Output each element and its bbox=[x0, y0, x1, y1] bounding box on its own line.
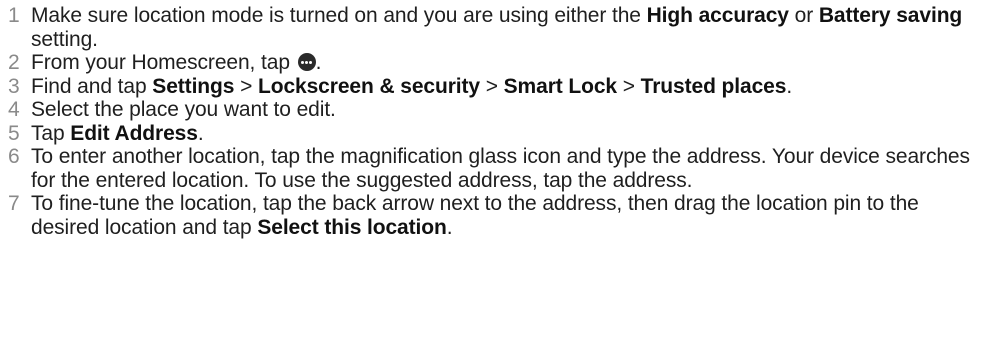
step-text-fragment: Make sure location mode is turned on and… bbox=[31, 4, 647, 27]
step-number: 2 bbox=[8, 51, 20, 74]
step-number: 6 bbox=[8, 145, 20, 168]
step-text-fragment: or bbox=[788, 4, 819, 27]
ui-term: High accuracy bbox=[646, 4, 789, 27]
step-number: 4 bbox=[8, 98, 20, 121]
ui-term: Battery saving bbox=[818, 4, 963, 27]
step-item-4: 4 Select the place you want to edit. bbox=[0, 98, 989, 122]
step-text-fragment: . bbox=[315, 51, 322, 74]
ui-term: Smart Lock bbox=[503, 74, 618, 98]
step-text-fragment: > bbox=[480, 74, 504, 98]
ui-term: Select this location bbox=[257, 215, 447, 239]
ui-term: Settings bbox=[152, 74, 235, 98]
step-item-6: 6 To enter another location, tap the magn… bbox=[0, 145, 989, 192]
step-item-2: 2 From your Homescreen, tap . bbox=[0, 51, 989, 75]
step-text-fragment: To fine-tune the location, tap the back … bbox=[31, 192, 919, 239]
step-number: 1 bbox=[8, 4, 20, 27]
step-number: 3 bbox=[8, 74, 20, 98]
step-item-3: 3 Find and tap Settings > Lockscreen & se… bbox=[0, 75, 989, 99]
step-text-fragment: From your Homescreen, tap bbox=[31, 51, 296, 74]
step-text: To enter another location, tap the magni… bbox=[31, 145, 970, 192]
step-text-fragment: . bbox=[197, 121, 204, 145]
step-number: 5 bbox=[8, 121, 20, 145]
step-text-fragment: To enter another location, tap the magni… bbox=[31, 145, 970, 192]
step-text-fragment: . bbox=[446, 215, 453, 239]
step-text: Make sure location mode is turned on and… bbox=[31, 4, 962, 51]
step-text-fragment: > bbox=[617, 74, 641, 98]
instruction-steps: 1 Make sure location mode is turned on an… bbox=[0, 4, 989, 239]
step-text: Find and tap Settings > Lockscreen & sec… bbox=[31, 75, 792, 98]
step-text-fragment: > bbox=[234, 74, 258, 98]
step-text: Select the place you want to edit. bbox=[31, 98, 336, 121]
apps-icon bbox=[297, 53, 316, 71]
step-text-fragment: Select the place you want to edit. bbox=[31, 98, 336, 121]
step-text: To fine-tune the location, tap the back … bbox=[31, 192, 919, 239]
step-item-7: 7 To fine-tune the location, tap the back… bbox=[0, 192, 989, 239]
step-text-fragment: . bbox=[786, 74, 793, 98]
step-item-5: 5 Tap Edit Address. bbox=[0, 122, 989, 146]
step-text: From your Homescreen, tap . bbox=[31, 51, 322, 74]
step-number: 7 bbox=[8, 192, 20, 215]
ui-term: Edit Address bbox=[70, 121, 198, 145]
step-text-fragment: Find and tap bbox=[31, 74, 153, 98]
step-text-fragment: setting. bbox=[31, 27, 98, 51]
ui-term: Lockscreen & security bbox=[257, 74, 480, 98]
step-text: Tap Edit Address. bbox=[31, 122, 204, 145]
step-item-1: 1 Make sure location mode is turned on an… bbox=[0, 4, 989, 51]
ui-term: Trusted places bbox=[640, 74, 787, 98]
step-text-fragment: Tap bbox=[31, 121, 71, 145]
